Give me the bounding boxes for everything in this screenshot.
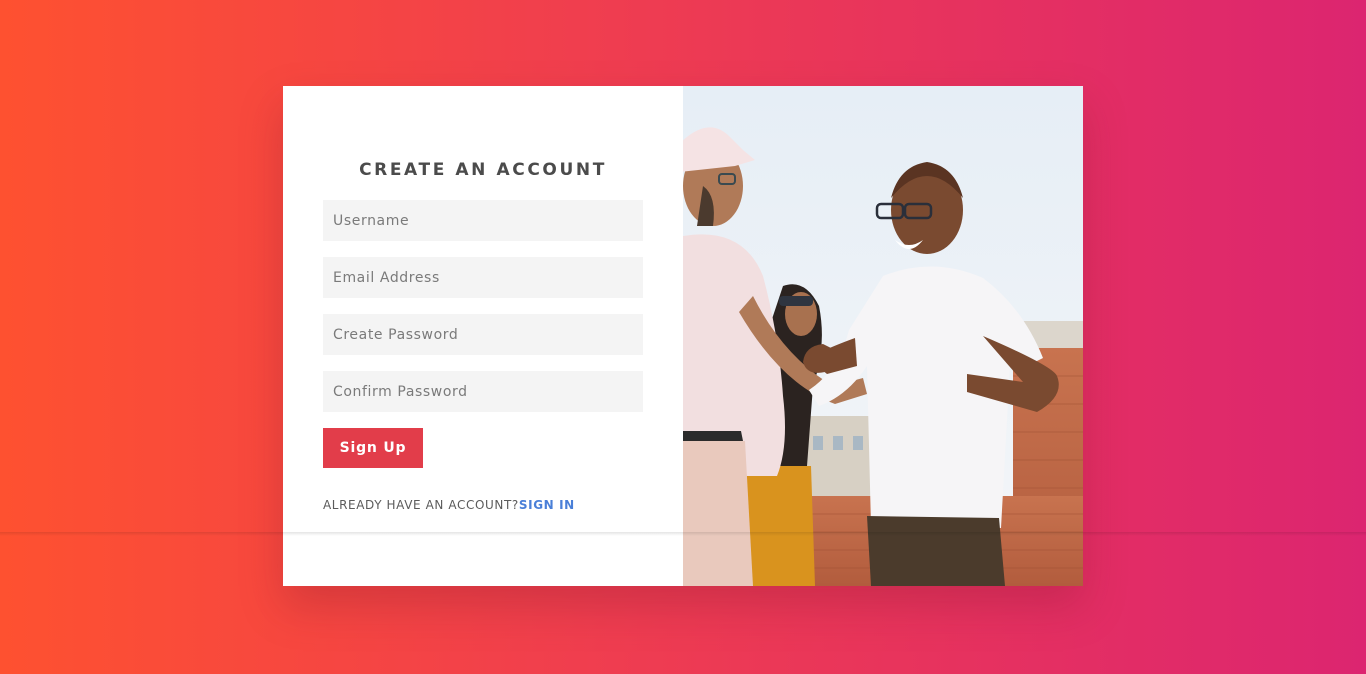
confirm-password-input[interactable] [323, 371, 643, 412]
people-greeting-illustration [683, 86, 1083, 586]
signin-prompt: ALREADY HAVE AN ACCOUNT? [323, 498, 519, 512]
form-title: CREATE AN ACCOUNT [359, 160, 607, 180]
username-input[interactable] [323, 200, 643, 241]
email-input[interactable] [323, 257, 643, 298]
create-password-input[interactable] [323, 314, 643, 355]
signup-card: CREATE AN ACCOUNT Sign Up ALREADY HAVE A… [283, 86, 1083, 586]
sign-up-button[interactable]: Sign Up [323, 428, 423, 468]
signup-form-panel: CREATE AN ACCOUNT Sign Up ALREADY HAVE A… [283, 86, 683, 586]
hero-photo [683, 86, 1083, 586]
sign-in-link[interactable]: SIGN IN [519, 498, 575, 512]
signin-row: ALREADY HAVE AN ACCOUNT?SIGN IN [323, 498, 643, 512]
